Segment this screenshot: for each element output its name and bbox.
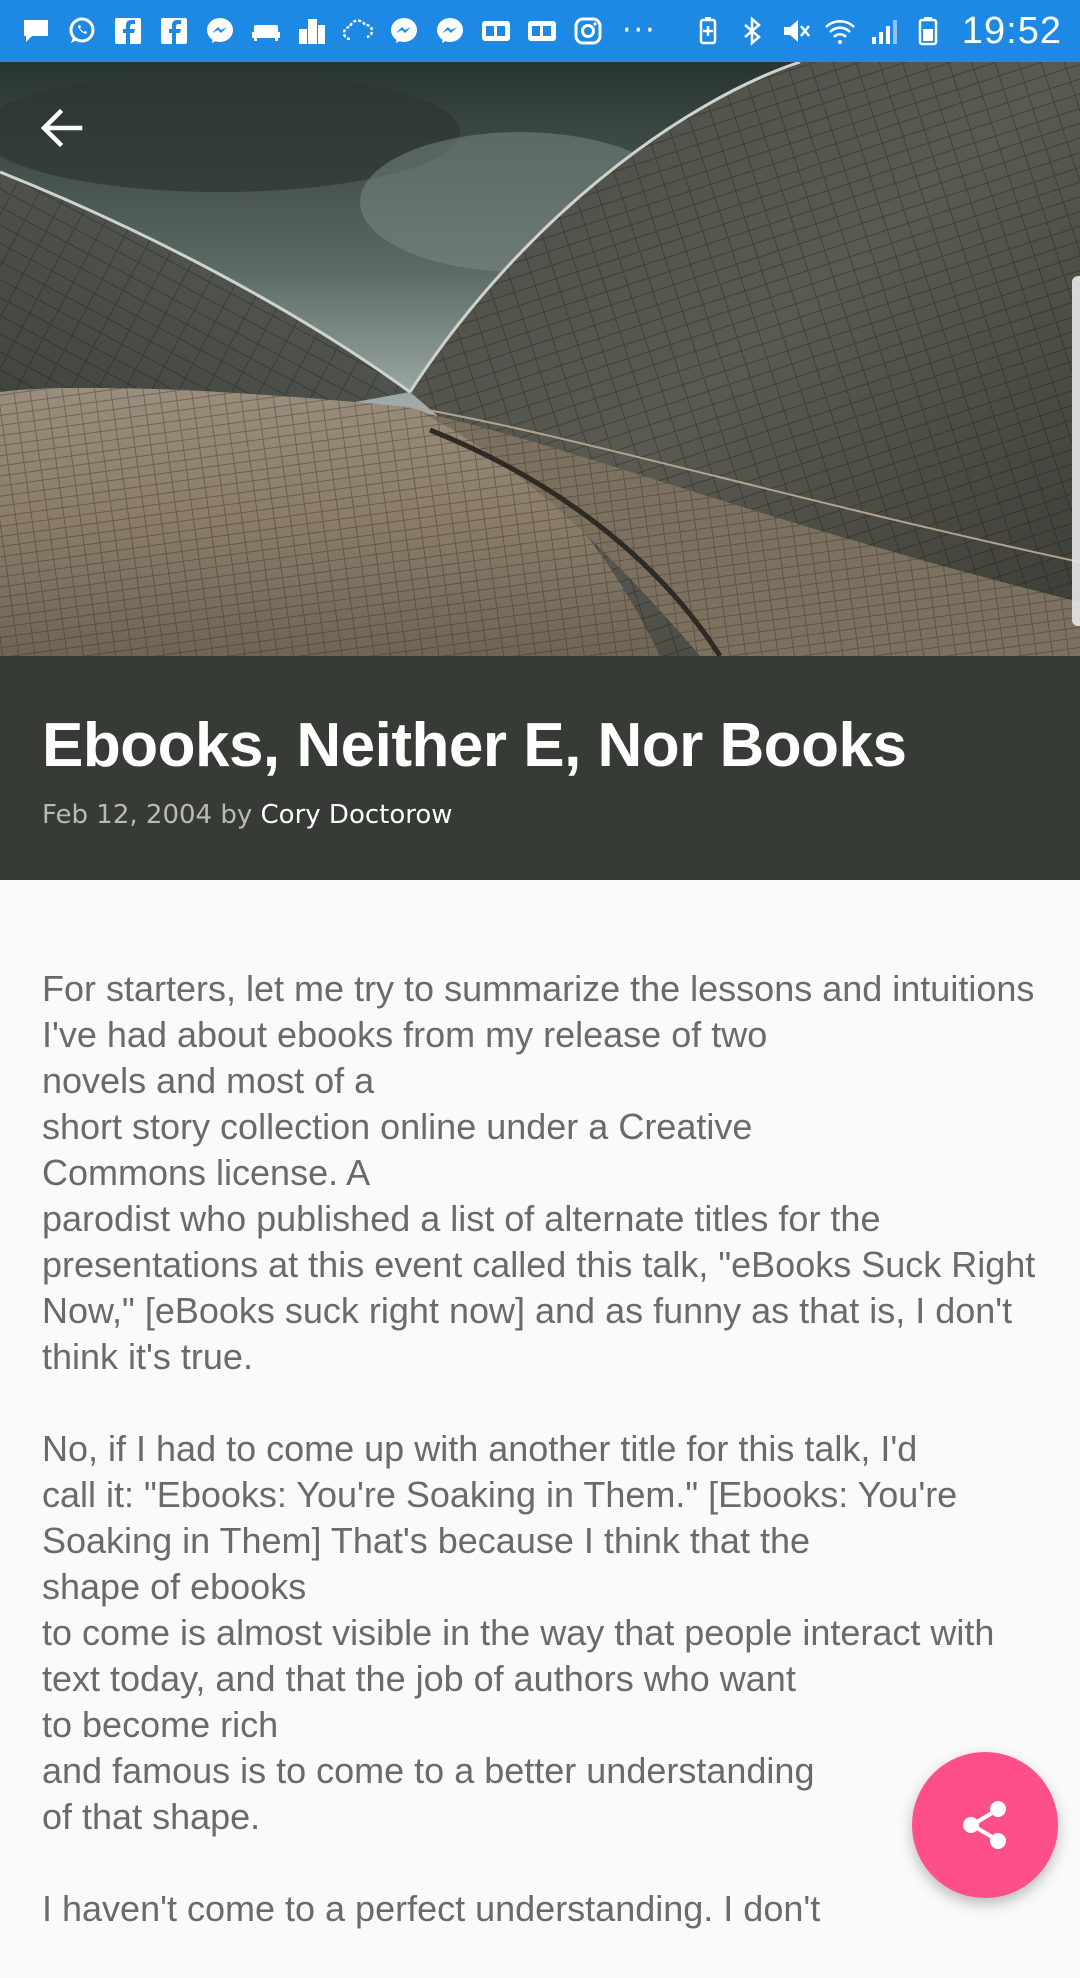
sofa-icon xyxy=(250,15,282,47)
bluetooth-icon xyxy=(736,15,768,47)
text-line: I've had about ebooks from my release of… xyxy=(42,1014,768,1055)
system-icons: 19:52 xyxy=(692,10,1062,53)
clock: 19:52 xyxy=(961,9,1062,52)
text-line: call it: "Ebooks: You're Soaking in Them… xyxy=(42,1474,958,1515)
messenger-icon xyxy=(434,15,466,47)
text-line: Soaking in Them] That's because I think … xyxy=(42,1520,811,1561)
share-icon xyxy=(963,1801,1006,1849)
text-line: presentations at this event called this … xyxy=(42,1244,1036,1285)
text-line: shape of ebooks xyxy=(42,1566,307,1607)
text-line: novels and most of a xyxy=(42,1060,375,1101)
buildings-icon xyxy=(296,15,328,47)
share-button[interactable] xyxy=(912,1752,1058,1898)
facebook-icon xyxy=(112,15,144,47)
text-line: short story collection online under a Cr… xyxy=(42,1106,753,1147)
mute-icon xyxy=(780,15,812,47)
arrow-back-icon xyxy=(40,108,83,148)
byline-prefix: by xyxy=(220,800,253,830)
header-image xyxy=(0,62,1080,656)
whatsapp-icon xyxy=(66,15,98,47)
post-author[interactable]: Cory Doctorow xyxy=(261,800,453,830)
text-line: text today, and that the job of authors … xyxy=(42,1658,796,1699)
back-button[interactable] xyxy=(36,102,108,174)
scrollbar-handle[interactable] xyxy=(1072,276,1080,626)
cloud-icon xyxy=(342,15,374,47)
message-icon xyxy=(20,15,52,47)
messenger-icon xyxy=(388,15,420,47)
text-line: and famous is to come to a better unders… xyxy=(42,1750,815,1791)
facebook-icon xyxy=(158,15,190,47)
post-date: Feb 12, 2004 xyxy=(42,800,213,830)
text-line: No, if I had to come up with another tit… xyxy=(42,1428,918,1469)
battery-saver-icon xyxy=(692,15,724,47)
notification-icons xyxy=(20,15,604,47)
text-line: Commons license. A xyxy=(42,1152,371,1193)
text-line: For starters, let me try to summarize th… xyxy=(42,968,1035,1009)
hero-illustration xyxy=(0,62,1080,656)
post-meta: Feb 12, 2004 by Cory Doctorow xyxy=(42,798,1038,832)
gb-icon xyxy=(526,15,558,47)
signal-icon xyxy=(868,15,900,47)
paragraph: No, if I had to come up with another tit… xyxy=(42,1426,1052,1840)
text-line: parodist who published a list of alterna… xyxy=(42,1198,881,1239)
text-line: Now," [eBooks suck right now] and as fun… xyxy=(42,1290,1013,1331)
text-line: to become rich xyxy=(42,1704,279,1745)
text-line: think it's true. xyxy=(42,1336,253,1377)
paragraph: For starters, let me try to summarize th… xyxy=(42,966,1052,1380)
instagram-icon xyxy=(572,15,604,47)
post-title: Ebooks, Neither E, Nor Books xyxy=(42,711,907,780)
text-line: to come is almost visible in the way tha… xyxy=(42,1612,995,1653)
text-line: I haven't come to a perfect understandin… xyxy=(42,1888,821,1929)
status-bar: ··· 19:52 xyxy=(0,0,1080,62)
battery-icon xyxy=(912,15,944,47)
paragraph: I haven't come to a perfect understandin… xyxy=(42,1886,1052,1932)
text-line: of that shape. xyxy=(42,1796,261,1837)
gb-icon xyxy=(480,15,512,47)
article-body: For starters, let me try to summarize th… xyxy=(42,966,1052,1978)
more-notifications-indicator: ··· xyxy=(622,13,657,48)
post-header: Ebooks, Neither E, Nor Books Feb 12, 200… xyxy=(0,656,1080,880)
messenger-icon xyxy=(204,15,236,47)
wifi-icon xyxy=(824,15,856,47)
